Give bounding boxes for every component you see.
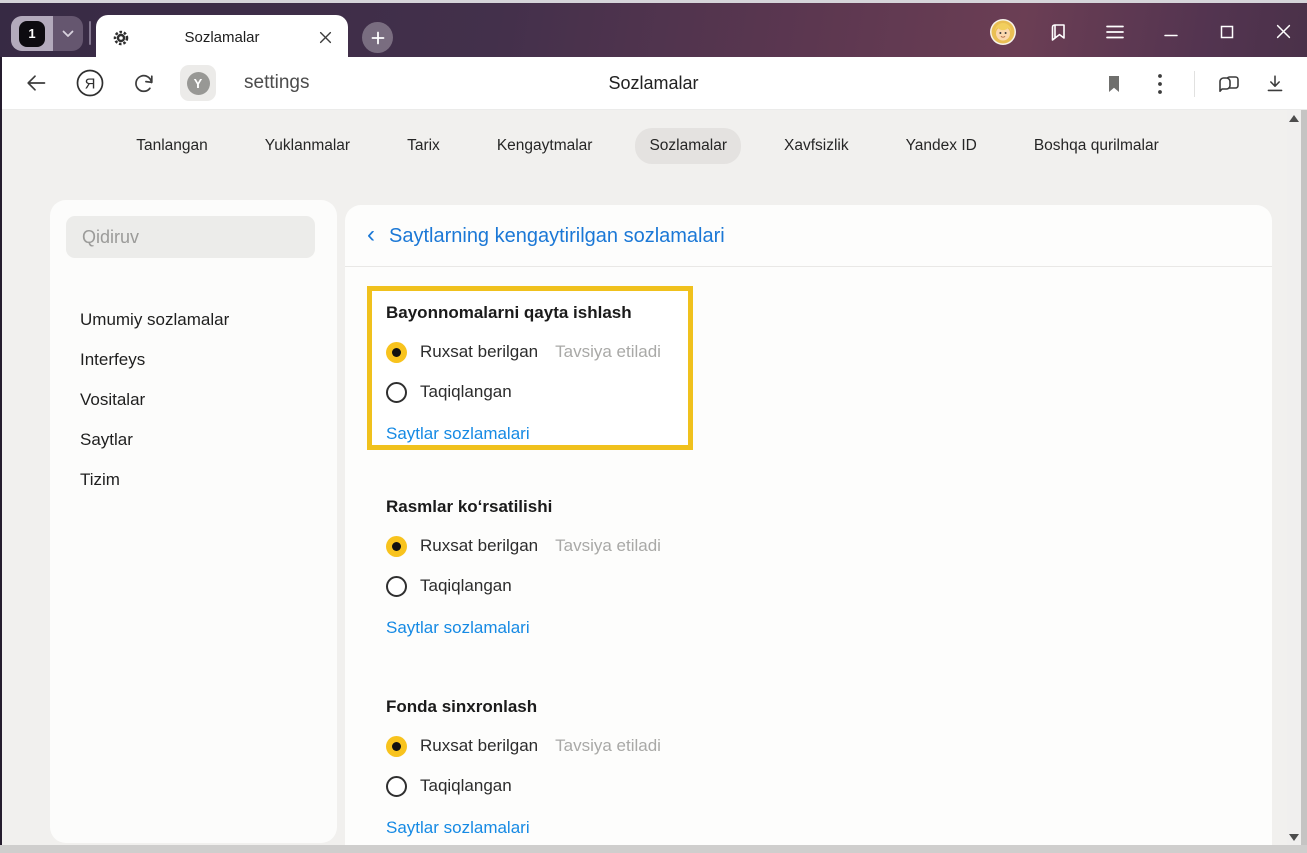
radio-label: Ruxsat berilgan (420, 342, 539, 361)
settings-nav: Tanlangan Yuklanmalar Tarix Kengaytmalar… (0, 110, 1295, 182)
tab-group-button[interactable]: 1 (11, 16, 83, 51)
bookmark-icon[interactable] (1096, 66, 1132, 102)
divider (345, 266, 1272, 267)
url-text[interactable]: settings (244, 72, 309, 94)
window-border-left (0, 57, 2, 845)
tab-sozlamalar[interactable]: Sozlamalar (96, 15, 348, 60)
tab-strip: 1 Sozlamalar (0, 0, 1307, 60)
protect-letter: Y (186, 71, 210, 95)
radio-option-allowed[interactable]: Ruxsat berilgan Tavsiya etiladi (386, 732, 661, 760)
sidebar-item-vositalar[interactable]: Vositalar (50, 380, 337, 420)
radio-label: Ruxsat berilgan (420, 536, 539, 555)
window-border-bottom (0, 845, 1307, 853)
radio-unselected-icon[interactable] (386, 381, 407, 403)
radio-selected-icon[interactable] (386, 735, 407, 757)
radio-selected-icon[interactable] (386, 535, 407, 557)
new-tab-button[interactable] (362, 22, 393, 53)
site-settings-link[interactable]: Saytlar sozlamalari (386, 618, 530, 638)
tab-close-icon[interactable] (314, 27, 336, 49)
nav-tab-yuklanmalar[interactable]: Yuklanmalar (251, 128, 364, 164)
maximize-button[interactable] (1211, 16, 1243, 48)
user-avatar[interactable] (987, 16, 1019, 48)
back-to-sites-heading[interactable]: ‹ Saytlarning kengaytirilgan sozlamalari (345, 205, 1272, 266)
setting-group: Fonda sinxronlash Ruxsat berilgan Tavsiy… (386, 697, 661, 838)
sidebar-item-interfeys[interactable]: Interfeys (50, 340, 337, 380)
nav-tab-sozlamalar[interactable]: Sozlamalar (635, 128, 741, 164)
address-toolbar: Я Y settings Sozlamalar (0, 57, 1307, 110)
download-icon[interactable] (1257, 66, 1293, 102)
radio-unselected-icon[interactable] (386, 575, 407, 597)
radio-label: Taqiqlangan (420, 576, 512, 595)
nav-tab-boshqa-qurilmalar[interactable]: Boshqa qurilmalar (1020, 128, 1173, 164)
search-input[interactable] (66, 216, 315, 258)
radio-note: Tavsiya etiladi (555, 536, 661, 555)
radio-option-blocked[interactable]: Taqiqlangan (386, 572, 661, 600)
radio-unselected-icon[interactable] (386, 775, 407, 797)
divider (1194, 70, 1195, 97)
yandex-home-icon[interactable]: Я (72, 65, 108, 101)
site-settings-link[interactable]: Saytlar sozlamalari (386, 818, 530, 838)
sidebar-item-tizim[interactable]: Tizim (50, 460, 337, 500)
divider (89, 21, 91, 45)
nav-tab-tarix[interactable]: Tarix (393, 128, 454, 164)
gear-icon (112, 29, 130, 47)
site-settings-link[interactable]: Saytlar sozlamalari (386, 424, 530, 444)
chevron-down-icon[interactable] (53, 30, 83, 38)
window-border-right (1301, 110, 1307, 845)
radio-label: Taqiqlangan (420, 776, 512, 795)
tab-counter: 1 (11, 16, 53, 51)
radio-label: Taqiqlangan (420, 382, 512, 401)
radio-option-allowed[interactable]: Ruxsat berilgan Tavsiya etiladi (386, 532, 661, 560)
setting-group-title: Bayonnomalarni qayta ishlash (386, 303, 632, 322)
hamburger-menu-icon[interactable] (1099, 16, 1131, 48)
chevron-left-icon: ‹ (367, 220, 375, 248)
scrollbar[interactable] (1287, 110, 1301, 845)
sidebar-item-umumiy-sozlamalar[interactable]: Umumiy sozlamalar (50, 300, 337, 340)
highlight-box: Bayonnomalarni qayta ishlash Ruxsat beri… (367, 286, 693, 450)
radio-option-blocked[interactable]: Taqiqlangan (386, 772, 661, 800)
refresh-icon[interactable] (126, 65, 162, 101)
nav-tab-tanlangan[interactable]: Tanlangan (122, 128, 222, 164)
bookmarks-flag-icon[interactable] (1043, 16, 1075, 48)
setting-group-title: Rasmlar koʻrsatilishi (386, 497, 553, 516)
radio-option-blocked[interactable]: Taqiqlangan (386, 378, 674, 406)
protect-badge[interactable]: Y (180, 65, 216, 101)
section-heading: Saytlarning kengaytirilgan sozlamalari (389, 225, 725, 247)
scroll-up-arrow[interactable] (1289, 115, 1299, 122)
radio-note: Tavsiya etiladi (555, 342, 661, 361)
radio-note: Tavsiya etiladi (555, 736, 661, 755)
back-arrow-icon[interactable] (18, 65, 54, 101)
nav-tab-yandex-id[interactable]: Yandex ID (892, 128, 991, 164)
settings-sidebar: Umumiy sozlamalar Interfeys Vositalar Sa… (50, 200, 337, 843)
nav-tab-xavfsizlik[interactable]: Xavfsizlik (770, 128, 863, 164)
setting-group: Rasmlar koʻrsatilishi Ruxsat berilgan Ta… (386, 497, 661, 638)
browser-window: 1 Sozlamalar Я Y settings Sozlamalar Tan… (0, 0, 1307, 853)
radio-selected-icon[interactable] (386, 341, 407, 363)
tab-title: Sozlamalar (184, 29, 260, 46)
tab-count-badge: 1 (19, 20, 45, 47)
sidebar-item-saytlar[interactable]: Saytlar (50, 420, 337, 460)
radio-label: Ruxsat berilgan (420, 736, 539, 755)
kebab-menu-icon[interactable] (1142, 66, 1178, 102)
radio-option-allowed[interactable]: Ruxsat berilgan Tavsiya etiladi (386, 338, 674, 366)
nav-tab-kengaytmalar[interactable]: Kengaytmalar (483, 128, 607, 164)
close-button[interactable] (1267, 16, 1299, 48)
side-panels-icon[interactable] (1211, 66, 1247, 102)
yandex-letter: Я (85, 76, 96, 93)
minimize-button[interactable] (1155, 16, 1187, 48)
scroll-down-arrow[interactable] (1289, 834, 1299, 841)
setting-group-title: Fonda sinxronlash (386, 697, 538, 716)
settings-main-panel: ‹ Saytlarning kengaytirilgan sozlamalari… (345, 205, 1272, 845)
